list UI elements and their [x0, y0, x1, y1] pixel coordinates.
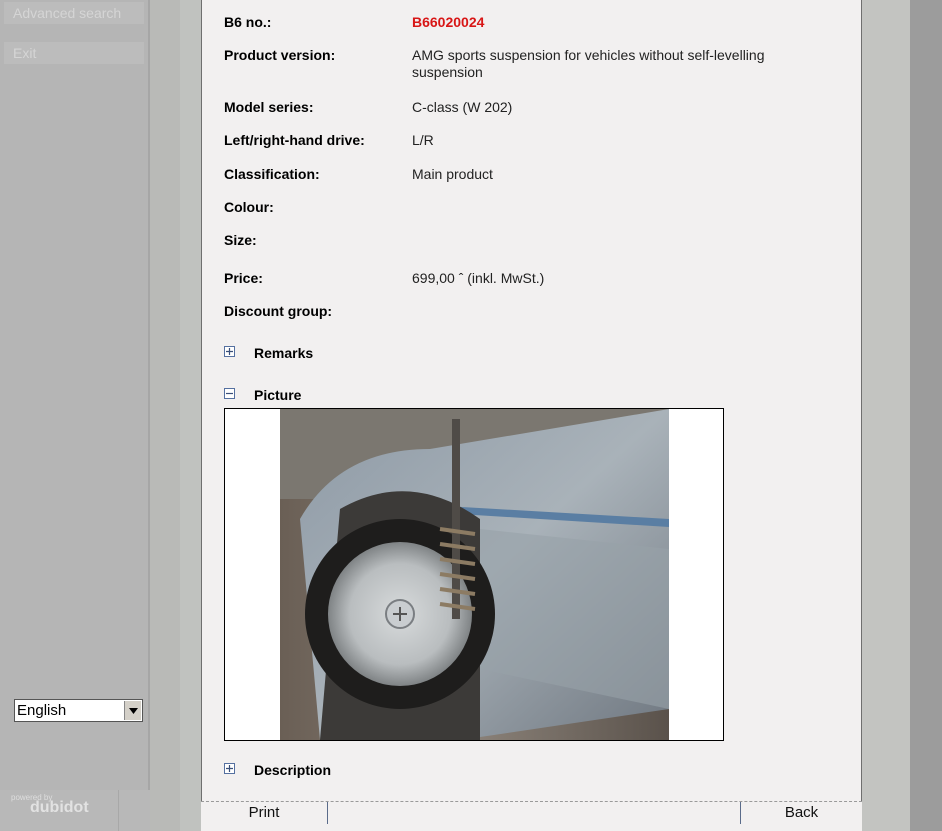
divider	[118, 790, 119, 831]
sidebar: Advanced search Exit English	[0, 0, 150, 831]
collapse-picture-button[interactable]	[224, 388, 235, 399]
classification-value: Main product	[412, 166, 493, 182]
picture-heading[interactable]: Picture	[254, 387, 301, 403]
b6-number: B66020024	[412, 14, 485, 30]
field-label: Price:	[224, 270, 263, 286]
scroll-strip	[910, 0, 942, 831]
minus-icon	[226, 392, 233, 395]
plus-icon	[226, 348, 233, 355]
field-label: Size:	[224, 232, 257, 248]
field-label: Colour:	[224, 199, 274, 215]
product-detail-panel: B6 no.: B66020024 Product version: AMG s…	[201, 0, 862, 831]
gutter	[150, 0, 180, 831]
price-value: 699,00 ˆ (inkl. MwSt.)	[412, 270, 545, 286]
menu-item-advanced-search[interactable]: Advanced search	[4, 2, 144, 24]
picture-frame	[224, 408, 724, 741]
remarks-heading[interactable]: Remarks	[254, 345, 313, 361]
drive-value: L/R	[412, 132, 434, 148]
field-label: Model series:	[224, 99, 314, 115]
expand-remarks-button[interactable]	[224, 346, 235, 357]
chevron-down-icon	[128, 707, 138, 714]
powered-by-logo: powered by dubidot	[0, 790, 150, 831]
print-button[interactable]: Print	[201, 802, 327, 824]
description-heading[interactable]: Description	[254, 762, 331, 778]
field-label: Discount group:	[224, 303, 333, 319]
plus-icon	[226, 765, 233, 772]
product-photo	[280, 409, 669, 740]
field-label: B6 no.:	[224, 14, 272, 30]
field-label: Left/right-hand drive:	[224, 132, 365, 148]
dropdown-button[interactable]	[124, 701, 141, 720]
footer-toolbar: Print Back	[201, 801, 862, 831]
expand-description-button[interactable]	[224, 763, 235, 774]
menu-item-exit[interactable]: Exit	[4, 42, 144, 64]
divider	[327, 802, 328, 824]
field-label: Classification:	[224, 166, 320, 182]
field-label: Product version:	[224, 47, 336, 63]
brand-logo: dubidot	[30, 799, 89, 816]
back-button[interactable]: Back	[741, 802, 862, 824]
language-select[interactable]: English	[14, 699, 143, 722]
right-margin	[862, 0, 942, 831]
model-series-value: C-class (W 202)	[412, 99, 513, 115]
product-version-value: AMG sports suspension for vehicles witho…	[412, 47, 765, 80]
language-select-value: English	[17, 702, 67, 719]
